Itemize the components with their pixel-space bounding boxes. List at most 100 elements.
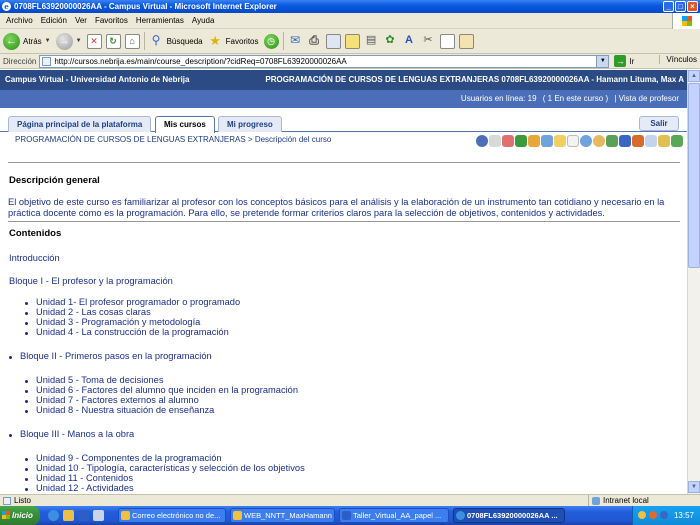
block2-link[interactable]: Bloque II - Primeros pasos en la program… (20, 351, 212, 361)
task-browser[interactable]: 0708FL63920000026AA ... (453, 508, 565, 523)
in-course-users[interactable]: ( 1 En este curso ) (543, 94, 608, 103)
unit-link[interactable]: Unidad 7 - Factores externos al alumno (36, 395, 199, 405)
online-users[interactable]: Usuarios en línea: 19 (461, 94, 537, 103)
menu-herramientas[interactable]: Herramientas (132, 16, 188, 25)
forward-button[interactable]: → ▼ (55, 32, 82, 50)
intro-link[interactable]: Introducción (9, 253, 60, 263)
unit-link[interactable]: Unidad 2 - Las cosas claras (36, 307, 151, 317)
scroll-down-button[interactable]: ▼ (688, 481, 700, 493)
status-text: Listo (14, 496, 31, 505)
dropbox-tool-icon[interactable] (567, 135, 579, 147)
task-folder[interactable]: WEB_NNTT_MaxHamann (230, 508, 335, 523)
menu-favoritos[interactable]: Favoritos (91, 16, 132, 25)
search-icon: ⚲ (151, 32, 161, 47)
description-tool-icon[interactable] (489, 135, 501, 147)
block3-link[interactable]: Bloque III - Manos a la obra (20, 429, 134, 439)
edit-tool-icon[interactable] (632, 135, 644, 147)
tab-my-progress[interactable]: Mi progreso (218, 116, 282, 132)
unit-link[interactable]: Unidad 10 - Tipología, características y… (36, 463, 305, 473)
site-name[interactable]: Campus Virtual - Universidad Antonio de … (5, 70, 189, 90)
star-icon: ★ (209, 32, 221, 48)
start-button[interactable]: Inicio (0, 506, 40, 525)
settings-tool-icon[interactable] (671, 135, 683, 147)
unit-link[interactable]: Unidad 8 - Nuestra situación de enseñanz… (36, 405, 214, 415)
discuss-icon[interactable] (344, 33, 360, 49)
search-button[interactable]: ⚲ Búsqueda (149, 32, 203, 49)
stop-icon[interactable]: ✕ (86, 33, 102, 49)
unit-link[interactable]: Unidad 5 - Toma de decisiones (36, 375, 163, 385)
unit-link[interactable]: Unidad 12 - Actividades (36, 483, 134, 493)
logout-button[interactable]: Salir (639, 116, 679, 131)
tests-tool-icon[interactable] (645, 135, 657, 147)
menu-edicion[interactable]: Edición (37, 16, 71, 25)
unit-link[interactable]: Unidad 1- El profesor programador o prog… (36, 297, 240, 307)
favorites-button[interactable]: ★ Favoritos (208, 32, 258, 49)
research-icon[interactable]: ▤ (364, 34, 379, 49)
home-icon[interactable]: ⌂ (124, 33, 140, 49)
assignments-tool-icon[interactable] (619, 135, 631, 147)
general-heading: Descripción general (9, 175, 100, 186)
back-arrow-icon: ← (3, 32, 20, 50)
breadcrumb[interactable]: PROGRAMACIÓN DE CURSOS DE LENGUAS EXTRAN… (15, 135, 331, 144)
chevron-down-icon[interactable]: ▼ (76, 38, 82, 44)
maximize-button[interactable]: □ (675, 1, 686, 12)
survey-tool-icon[interactable] (658, 135, 670, 147)
links-tool-icon[interactable] (528, 135, 540, 147)
unit-link[interactable]: Unidad 6 - Factores del alumno que incid… (36, 385, 298, 395)
scroll-up-button[interactable]: ▲ (688, 70, 700, 82)
paste-icon[interactable] (458, 33, 474, 49)
refresh-icon[interactable]: ↻ (105, 33, 121, 49)
clock[interactable]: 13:57 (674, 506, 694, 525)
forum-tool-icon[interactable] (554, 135, 566, 147)
links-button[interactable]: Vínculos (659, 55, 697, 64)
unit-link[interactable]: Unidad 9 - Componentes de la programació… (36, 453, 222, 463)
chevron-down-icon[interactable]: ▼ (596, 55, 609, 67)
bullet (25, 390, 28, 393)
url-field[interactable]: http://cursos.nebrija.es/main/course_des… (39, 54, 610, 68)
menu-ayuda[interactable]: Ayuda (188, 16, 219, 25)
back-button[interactable]: ← Atrás ▼ (3, 32, 51, 50)
documents-tool-icon[interactable] (515, 135, 527, 147)
tab-main-page[interactable]: Página principal de la plataforma (8, 116, 152, 132)
ie-quicklaunch-icon[interactable] (48, 510, 59, 521)
desktop-quicklaunch-icon[interactable] (93, 510, 104, 521)
groups-tool-icon[interactable] (593, 135, 605, 147)
ie-icon: e (2, 2, 11, 11)
messenger-icon[interactable]: ✿ (383, 34, 398, 49)
users-tool-icon[interactable] (580, 135, 592, 147)
mail-icon[interactable]: ✉ (288, 33, 303, 49)
edit-icon[interactable] (325, 33, 341, 49)
vertical-scrollbar[interactable]: ▲ ▼ (687, 70, 700, 494)
tab-my-courses[interactable]: Mis cursos (155, 116, 215, 133)
unit-link[interactable]: Unidad 3 - Programación y metodología (36, 317, 200, 327)
intranet-icon (592, 497, 600, 505)
word-quicklaunch-icon[interactable] (78, 510, 89, 521)
chevron-down-icon[interactable]: ▼ (45, 38, 51, 44)
unit-link[interactable]: Unidad 11 - Contenidos (36, 473, 133, 483)
minimize-button[interactable]: _ (663, 1, 674, 12)
tray-icon[interactable] (660, 511, 668, 519)
menu-archivo[interactable]: Archivo (2, 16, 37, 25)
task-mail[interactable]: Correo electrónico no de... (118, 508, 226, 523)
chat-tool-icon[interactable] (606, 135, 618, 147)
copy-icon[interactable] (439, 33, 455, 49)
cut-icon[interactable]: ✂ (421, 34, 436, 49)
go-button[interactable]: → Ir (614, 55, 634, 67)
unit-link[interactable]: Unidad 4 - La construcción de la program… (36, 327, 229, 337)
close-button[interactable]: × (687, 1, 698, 12)
scroll-thumb[interactable] (688, 83, 700, 268)
block1-link[interactable]: Bloque I - El profesor y la programación (9, 276, 173, 286)
tray-icon[interactable] (638, 511, 646, 519)
calendar-tool-icon[interactable] (502, 135, 514, 147)
history-icon[interactable]: ◷ (263, 33, 279, 49)
teacher-view-link[interactable]: | Vista de profesor (614, 94, 679, 103)
print-icon[interactable]: ⎙ (307, 33, 322, 49)
tray-icon[interactable] (649, 511, 657, 519)
home-tool-icon[interactable] (476, 135, 488, 147)
announcements-tool-icon[interactable] (541, 135, 553, 147)
task-word[interactable]: Taller_Virtual_AA_papel ... (339, 508, 449, 523)
font-icon[interactable]: A (402, 34, 417, 49)
menu-ver[interactable]: Ver (71, 16, 91, 25)
bullet (25, 332, 28, 335)
outlook-quicklaunch-icon[interactable] (63, 510, 74, 521)
